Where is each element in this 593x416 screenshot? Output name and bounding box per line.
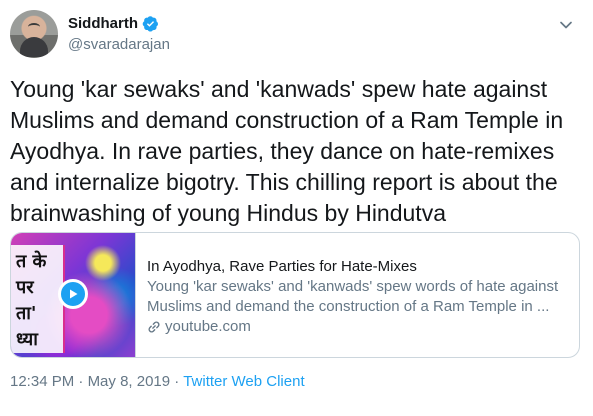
thumbnail-text-line: ता' (16, 303, 37, 324)
tweet-time[interactable]: 12:34 PM (10, 373, 74, 390)
card-body[interactable]: In Ayodhya, Rave Parties for Hate-Mixes … (147, 257, 567, 337)
chevron-down-icon[interactable] (559, 18, 573, 32)
tweet-source-link[interactable]: Twitter Web Client (183, 373, 304, 390)
link-icon (147, 320, 161, 334)
video-thumbnail[interactable]: त के पर ता' ध्या (11, 233, 136, 357)
card-domain-row: youtube.com (147, 317, 567, 337)
meta-separator: · (170, 373, 184, 390)
card-description: Young 'kar sewaks' and 'kanwads' spew wo… (147, 278, 559, 315)
tweet-date[interactable]: May 8, 2019 (88, 373, 171, 390)
tweet-meta: 12:34 PM · May 8, 2019 · Twitter Web Cli… (10, 373, 305, 390)
thumbnail-text-overlay: त के पर ता' ध्या (11, 245, 65, 353)
display-name-row: Siddharth (68, 13, 170, 33)
avatar[interactable] (10, 10, 58, 58)
handle[interactable]: @svaradarajan (68, 36, 170, 53)
display-name[interactable]: Siddharth (68, 15, 138, 32)
verified-badge-icon (142, 15, 159, 32)
play-icon[interactable] (58, 279, 88, 309)
tweet-header: Siddharth @svaradarajan (10, 10, 580, 58)
card-domain: youtube.com (165, 318, 251, 335)
thumbnail-text-line: पर (16, 277, 34, 298)
tweet: Siddharth @svaradarajan Young 'kar sewak… (0, 0, 593, 416)
thumbnail-text-line: त के (16, 251, 47, 272)
card-title[interactable]: In Ayodhya, Rave Parties for Hate-Mixes (147, 257, 567, 277)
author-info[interactable]: Siddharth @svaradarajan (68, 13, 170, 54)
tweet-text: Young 'kar sewaks' and 'kanwads' spew ha… (10, 76, 564, 226)
meta-separator: · (74, 373, 88, 390)
link-card[interactable]: त के पर ता' ध्या In Ayodhya, Rave Partie… (10, 232, 580, 358)
thumbnail-text-line: ध्या (16, 329, 38, 350)
